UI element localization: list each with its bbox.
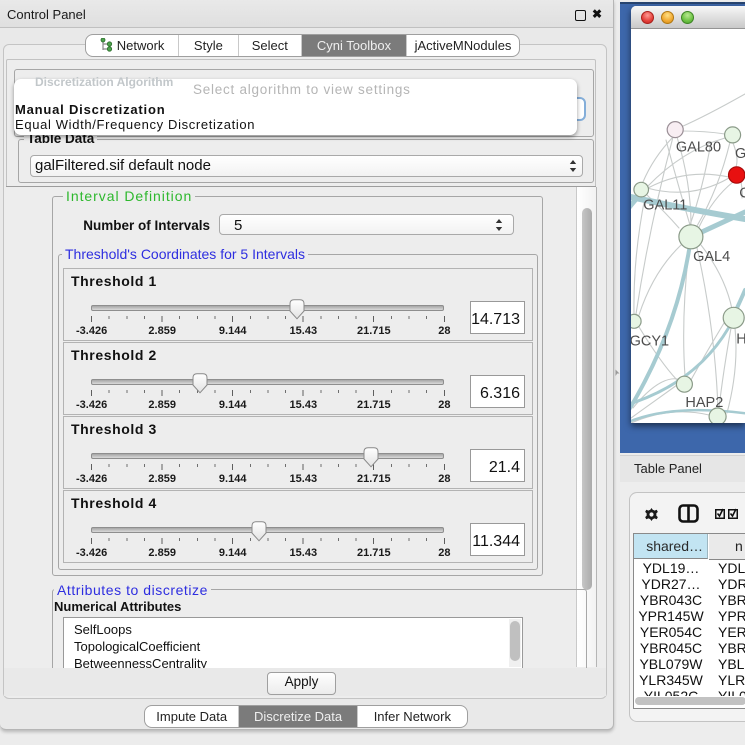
svg-text:GAL80: GAL80 — [676, 140, 721, 156]
svg-text:GAL4: GAL4 — [693, 249, 730, 265]
svg-text:GCY1: GCY1 — [631, 334, 669, 350]
svg-text:G: G — [735, 146, 745, 162]
svg-text:C: C — [739, 186, 745, 202]
svg-text:H: H — [736, 332, 745, 348]
svg-text:GAL11: GAL11 — [643, 198, 687, 214]
svg-text:HAP2: HAP2 — [685, 395, 723, 411]
